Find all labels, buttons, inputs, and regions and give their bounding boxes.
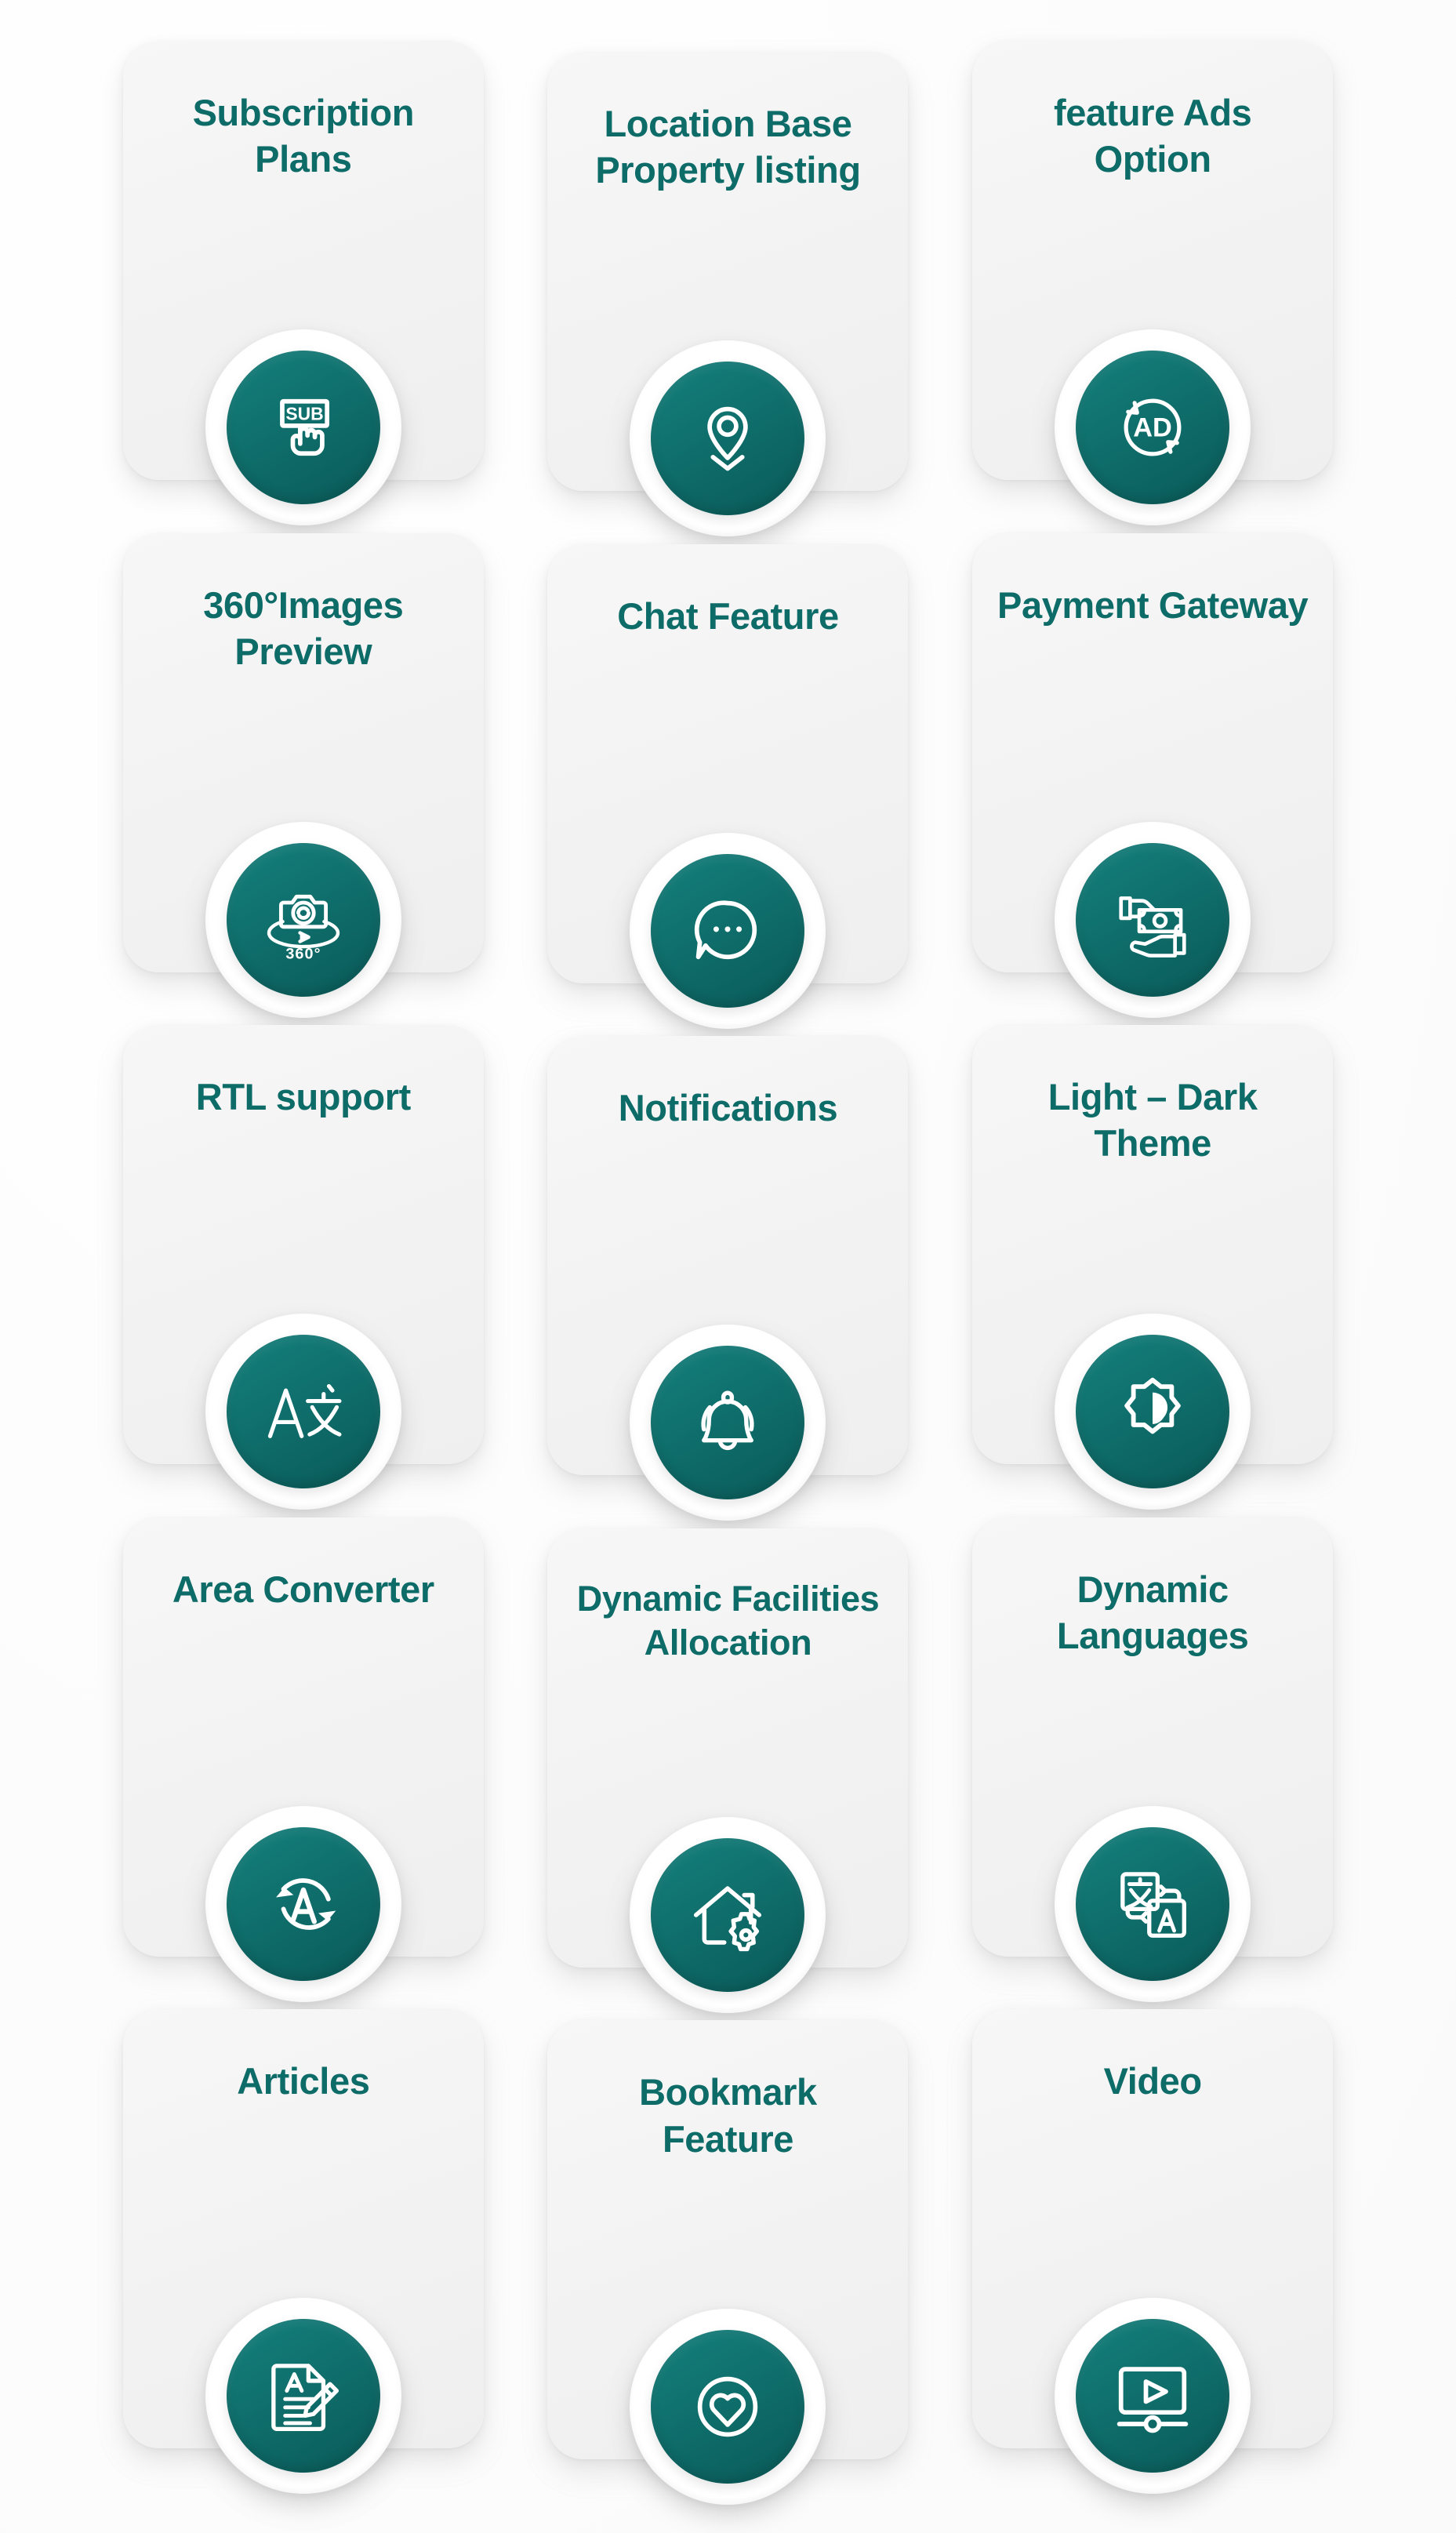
feature-card-360-images-preview[interactable]: 360°Images Preview 360° (123, 533, 484, 972)
subscription-sub-hand-icon: SUB (263, 387, 344, 468)
card-title: Payment Gateway (996, 582, 1309, 628)
bell-ringing-icon (685, 1380, 770, 1465)
badge-halo (1055, 2298, 1251, 2494)
feature-icon-badge[interactable] (227, 1335, 380, 1488)
document-pencil-icon (262, 2354, 345, 2437)
feature-card-bookmark-feature[interactable]: Bookmark Feature (547, 2020, 908, 2459)
location-pin-arrow-icon (687, 398, 768, 479)
feature-icon-badge[interactable] (651, 854, 804, 1008)
feature-card-articles[interactable]: Articles (123, 2009, 484, 2448)
badge-halo (205, 1806, 401, 2002)
feature-icon-badge[interactable] (1076, 1827, 1229, 1981)
feature-cell: Notifications (519, 1025, 938, 1517)
feature-card-light-dark-theme[interactable]: Light – Dark Theme (972, 1025, 1333, 1464)
feature-card-dynamic-languages[interactable]: Dynamic Languages (972, 1517, 1333, 1957)
badge-halo (630, 340, 826, 536)
feature-card-notifications[interactable]: Notifications (547, 1036, 908, 1475)
house-gear-icon (686, 1873, 769, 1957)
feature-card-feature-ads-option[interactable]: feature Ads Option AD (972, 41, 1333, 480)
feature-card-location-base-property-listing[interactable]: Location Base Property listing (547, 52, 908, 491)
feature-icon-badge[interactable]: 360° (227, 843, 380, 997)
badge-halo (205, 1314, 401, 1510)
badge-halo: SUB (205, 329, 401, 525)
translate-a-wen-icon (260, 1368, 347, 1455)
badge-halo (1055, 1314, 1251, 1510)
badge-halo (1055, 822, 1251, 1018)
card-title: 360°Images Preview (147, 582, 460, 674)
feature-card-subscription-plans[interactable]: Subscription Plans SUB (123, 41, 484, 480)
feature-card-payment-gateway[interactable]: Payment Gateway (972, 533, 1333, 972)
card-title: Articles (147, 2058, 460, 2104)
feature-cell: Light – Dark Theme (943, 1025, 1362, 1517)
feature-cell: feature Ads Option AD (943, 41, 1362, 533)
card-title: Area Converter (147, 1566, 460, 1612)
card-title: Light – Dark Theme (996, 1074, 1309, 1166)
feature-cell: Bookmark Feature (519, 2009, 938, 2502)
feature-cell: Subscription Plans SUB (94, 41, 513, 533)
card-title: Location Base Property listing (571, 100, 884, 193)
feature-cell: Location Base Property listing (519, 41, 938, 533)
feature-cell: Area Converter (94, 1517, 513, 2010)
svg-text:AD: AD (1133, 412, 1172, 442)
card-title: Dynamic Languages (996, 1566, 1309, 1659)
feature-cell: Dynamic Facilities Allocation (519, 1517, 938, 2010)
feature-card-area-converter[interactable]: Area Converter (123, 1517, 484, 1957)
feature-cell: Articles (94, 2009, 513, 2502)
badge-halo (1055, 1806, 1251, 2002)
feature-cell: Payment Gateway (943, 533, 1362, 1026)
card-title: Dynamic Facilities Allocation (571, 1577, 884, 1666)
feature-cell: 360°Images Preview 360° (94, 533, 513, 1026)
feature-icon-badge[interactable] (651, 362, 804, 515)
feature-cell: RTL support (94, 1025, 513, 1517)
area-convert-a-arrows-icon (262, 1862, 345, 1946)
card-title: Video (996, 2058, 1309, 2104)
badge-halo (205, 2298, 401, 2494)
feature-icon-badge[interactable] (1076, 843, 1229, 997)
card-title: Subscription Plans (147, 89, 460, 182)
feature-card-chat-feature[interactable]: Chat Feature (547, 544, 908, 983)
feature-icon-badge[interactable] (227, 1827, 380, 1981)
heart-circle-icon (687, 2366, 768, 2448)
card-title: RTL support (147, 1074, 460, 1120)
badge-halo (630, 1325, 826, 1521)
feature-card-dynamic-facilities-allocation[interactable]: Dynamic Facilities Allocation (547, 1528, 908, 1968)
feature-cell: Dynamic Languages (943, 1517, 1362, 2010)
chat-bubble-dots-icon (687, 890, 768, 972)
badge-halo (630, 2309, 826, 2505)
card-title: feature Ads Option (996, 89, 1309, 182)
feature-icon-badge[interactable] (651, 1346, 804, 1499)
card-title: Chat Feature (571, 593, 884, 639)
card-title: Bookmark Feature (571, 2069, 884, 2161)
feature-icon-badge[interactable] (227, 2319, 380, 2473)
brightness-contrast-icon (1111, 1370, 1194, 1453)
badge-halo (630, 1817, 826, 2013)
video-player-play-icon (1111, 2354, 1194, 2437)
svg-text:SUB: SUB (285, 404, 323, 424)
feature-grid-page: Subscription Plans SUB (0, 0, 1456, 2533)
language-swap-boxes-icon (1111, 1862, 1194, 1946)
feature-cell: Chat Feature (519, 533, 938, 1026)
badge-halo (630, 833, 826, 1029)
svg-text:360°: 360° (285, 945, 321, 962)
feature-cell: Video (943, 2009, 1362, 2502)
feature-icon-badge[interactable]: AD (1076, 351, 1229, 504)
camera-360-icon: 360° (260, 877, 347, 963)
ad-circle-icon: AD (1112, 387, 1193, 468)
feature-icon-badge[interactable] (1076, 1335, 1229, 1488)
card-title: Notifications (571, 1085, 884, 1131)
hands-money-exchange-icon (1111, 878, 1194, 961)
feature-icon-badge[interactable]: SUB (227, 351, 380, 504)
feature-card-video[interactable]: Video (972, 2009, 1333, 2448)
feature-card-rtl-support[interactable]: RTL support (123, 1025, 484, 1464)
feature-icon-badge[interactable] (651, 1838, 804, 1992)
feature-card-grid: Subscription Plans SUB (0, 0, 1456, 2533)
badge-halo: 360° (205, 822, 401, 1018)
feature-icon-badge[interactable] (1076, 2319, 1229, 2473)
feature-icon-badge[interactable] (651, 2330, 804, 2484)
badge-halo: AD (1055, 329, 1251, 525)
